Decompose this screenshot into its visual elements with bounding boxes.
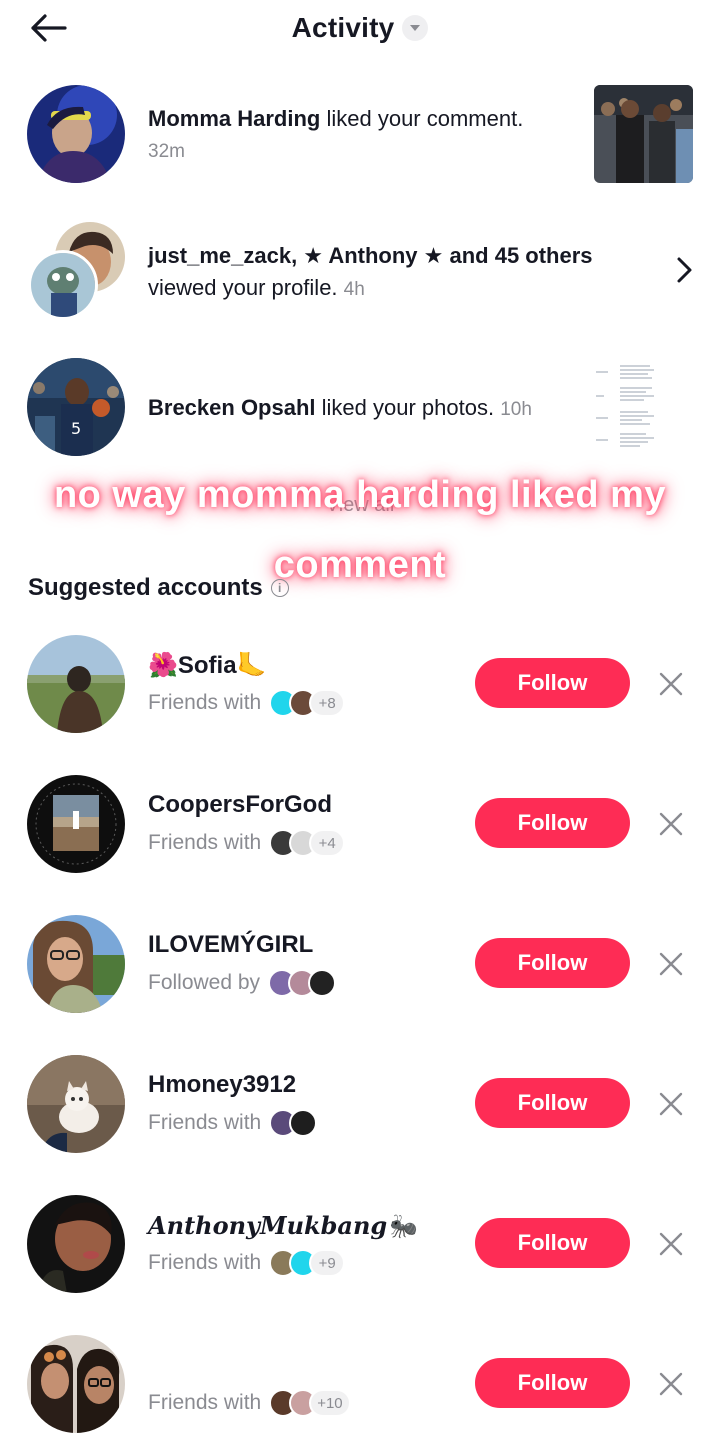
activity-item[interactable]: 5 Brecken Opsahl liked your photos. 10h xyxy=(0,358,720,458)
mutual-count: +10 xyxy=(309,1389,351,1417)
follow-button[interactable]: Follow xyxy=(475,1078,630,1128)
follow-button[interactable]: Follow xyxy=(475,1218,630,1268)
suggested-account-row[interactable]: CoopersForGod Friends with +4 Follow xyxy=(0,775,720,915)
close-icon[interactable] xyxy=(655,948,687,980)
svg-text:5: 5 xyxy=(71,419,81,438)
close-icon[interactable] xyxy=(655,808,687,840)
overlay-caption-line-1: no way momma harding liked my xyxy=(53,474,667,516)
avatar[interactable]: 5 xyxy=(27,358,125,456)
follow-button[interactable]: Follow xyxy=(475,938,630,988)
activity-time: 32m xyxy=(148,141,185,162)
mini-avatar xyxy=(308,969,337,997)
mutual-avatars: +8 xyxy=(269,689,346,717)
avatar[interactable] xyxy=(27,1055,125,1153)
mutual-count: +8 xyxy=(309,689,346,717)
avatar[interactable] xyxy=(27,635,125,733)
avatar[interactable] xyxy=(28,250,98,320)
follow-button[interactable]: Follow xyxy=(475,658,630,708)
account-name: Hmoney3912 xyxy=(148,1071,297,1098)
suggested-account-row[interactable]: Friends with +10 Follow xyxy=(0,1335,720,1444)
avatar[interactable] xyxy=(27,1195,125,1293)
activity-text: just_me_zack, ★ Anthony ★ and 45 others … xyxy=(148,243,593,300)
follow-button[interactable]: Follow xyxy=(475,798,630,848)
suggested-account-row[interactable]: Hmoney3912 Friends with Follow xyxy=(0,1055,720,1195)
suggested-account-row[interactable]: AnthonyMukbang🐜 Friends with +9 Follow xyxy=(0,1195,720,1335)
activity-item[interactable]: Momma Harding liked your comment. 32m xyxy=(0,85,720,185)
mutual-info: Friends with +8 xyxy=(148,689,346,717)
avatar[interactable] xyxy=(27,775,125,873)
account-name: ILOVEMÝGIRL xyxy=(148,931,314,958)
mutual-info: Followed by xyxy=(148,969,337,997)
mutual-avatars: +4 xyxy=(269,829,346,857)
mutual-count: +9 xyxy=(309,1249,346,1277)
mutual-info: Friends with +4 xyxy=(148,829,346,857)
close-icon[interactable] xyxy=(655,1368,687,1400)
avatar[interactable] xyxy=(27,915,125,1013)
mutual-avatars xyxy=(268,969,337,997)
avatar[interactable] xyxy=(27,1335,125,1433)
mutual-info: Friends with +10 xyxy=(148,1389,351,1417)
activity-item[interactable]: just_me_zack, ★ Anthony ★ and 45 others … xyxy=(0,220,720,325)
activity-text: Momma Harding liked your comment. xyxy=(148,106,524,131)
close-icon[interactable] xyxy=(655,668,687,700)
avatar[interactable] xyxy=(27,85,125,183)
follow-button[interactable]: Follow xyxy=(475,1358,630,1408)
account-name: 🌺Sofia🦶 xyxy=(148,652,267,679)
close-icon[interactable] xyxy=(655,1228,687,1260)
mini-avatar xyxy=(289,1109,318,1137)
mutual-count: +4 xyxy=(309,829,346,857)
close-icon[interactable] xyxy=(655,1088,687,1120)
suggested-account-row[interactable]: 🌺Sofia🦶 Friends with +8 Follow xyxy=(0,635,720,775)
suggested-account-row[interactable]: ILOVEMÝGIRL Followed by Follow xyxy=(0,915,720,1055)
info-icon[interactable]: i xyxy=(270,579,289,597)
account-name: CoopersForGod xyxy=(148,791,332,818)
section-title: Suggested accounts i xyxy=(28,574,289,602)
activity-text: Brecken Opsahl liked your photos. 10h xyxy=(148,395,532,420)
mutual-info: Friends with xyxy=(148,1109,318,1137)
title-dropdown[interactable]: Activity xyxy=(0,12,720,44)
mutual-info: Friends with +9 xyxy=(148,1249,346,1277)
chevron-right-icon[interactable] xyxy=(672,256,696,284)
mutual-avatars xyxy=(269,1109,318,1137)
post-thumbnail[interactable] xyxy=(594,360,658,458)
page-title: Activity xyxy=(291,12,395,43)
top-bar: Activity xyxy=(0,0,720,62)
dropdown-caret-icon xyxy=(402,15,429,41)
mutual-avatars: +9 xyxy=(269,1249,346,1277)
account-name: AnthonyMukbang🐜 xyxy=(148,1211,418,1240)
mutual-avatars: +10 xyxy=(269,1389,351,1417)
post-thumbnail[interactable] xyxy=(594,85,693,183)
